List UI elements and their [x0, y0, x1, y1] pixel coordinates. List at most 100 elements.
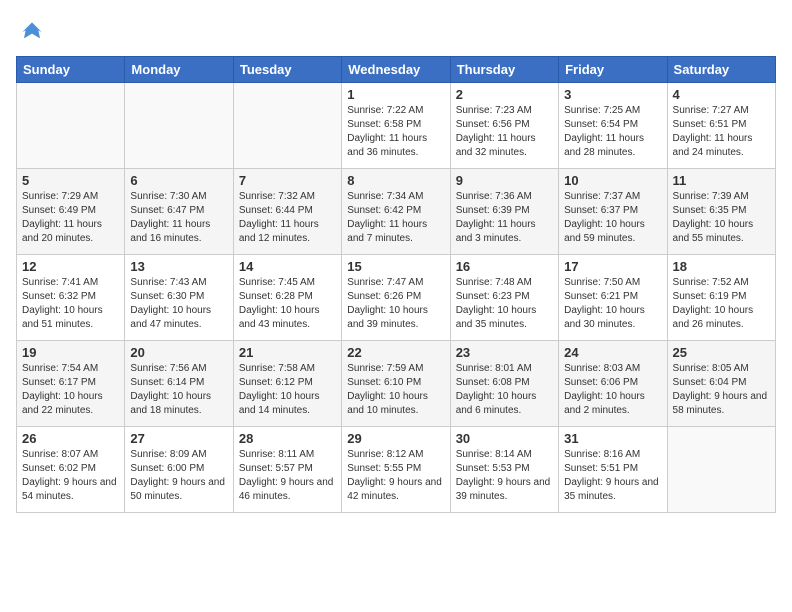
day-number: 19	[22, 345, 119, 360]
day-cell	[233, 83, 341, 169]
weekday-saturday: Saturday	[667, 57, 775, 83]
day-info: Sunrise: 7:48 AM Sunset: 6:23 PM Dayligh…	[456, 276, 553, 332]
day-cell: 20 Sunrise: 7:56 AM Sunset: 6:14 PM Dayli…	[125, 341, 233, 427]
weekday-wednesday: Wednesday	[342, 57, 450, 83]
day-number: 24	[564, 345, 661, 360]
day-number: 3	[564, 87, 661, 102]
day-cell: 7 Sunrise: 7:32 AM Sunset: 6:44 PM Daylig…	[233, 169, 341, 255]
day-info: Sunrise: 8:01 AM Sunset: 6:08 PM Dayligh…	[456, 362, 553, 418]
day-info: Sunrise: 7:52 AM Sunset: 6:19 PM Dayligh…	[673, 276, 770, 332]
day-number: 7	[239, 173, 336, 188]
day-cell	[17, 83, 125, 169]
day-cell: 31 Sunrise: 8:16 AM Sunset: 5:51 PM Dayli…	[559, 427, 667, 513]
day-info: Sunrise: 8:03 AM Sunset: 6:06 PM Dayligh…	[564, 362, 661, 418]
day-cell: 28 Sunrise: 8:11 AM Sunset: 5:57 PM Dayli…	[233, 427, 341, 513]
week-row-1: 1 Sunrise: 7:22 AM Sunset: 6:58 PM Daylig…	[17, 83, 776, 169]
calendar-body: 1 Sunrise: 7:22 AM Sunset: 6:58 PM Daylig…	[17, 83, 776, 513]
day-cell: 2 Sunrise: 7:23 AM Sunset: 6:56 PM Daylig…	[450, 83, 558, 169]
day-number: 15	[347, 259, 444, 274]
day-cell: 19Sunrise: 7:54 AM Sunset: 6:17 PM Dayli…	[17, 341, 125, 427]
day-cell: 23 Sunrise: 8:01 AM Sunset: 6:08 PM Dayli…	[450, 341, 558, 427]
day-info: Sunrise: 7:29 AM Sunset: 6:49 PM Dayligh…	[22, 190, 119, 246]
day-number: 20	[130, 345, 227, 360]
day-number: 5	[22, 173, 119, 188]
day-cell: 29Sunrise: 8:12 AM Sunset: 5:55 PM Dayli…	[342, 427, 450, 513]
day-cell: 9Sunrise: 7:36 AM Sunset: 6:39 PM Daylig…	[450, 169, 558, 255]
day-number: 17	[564, 259, 661, 274]
day-info: Sunrise: 7:27 AM Sunset: 6:51 PM Dayligh…	[673, 104, 770, 160]
day-number: 2	[456, 87, 553, 102]
day-number: 8	[347, 173, 444, 188]
week-row-2: 5 Sunrise: 7:29 AM Sunset: 6:49 PM Daylig…	[17, 169, 776, 255]
day-info: Sunrise: 7:32 AM Sunset: 6:44 PM Dayligh…	[239, 190, 336, 246]
day-info: Sunrise: 8:07 AM Sunset: 6:02 PM Dayligh…	[22, 448, 119, 504]
day-info: Sunrise: 8:05 AM Sunset: 6:04 PM Dayligh…	[673, 362, 770, 418]
day-cell: 25Sunrise: 8:05 AM Sunset: 6:04 PM Dayli…	[667, 341, 775, 427]
day-cell: 8Sunrise: 7:34 AM Sunset: 6:42 PM Daylig…	[342, 169, 450, 255]
day-info: Sunrise: 7:50 AM Sunset: 6:21 PM Dayligh…	[564, 276, 661, 332]
day-info: Sunrise: 8:16 AM Sunset: 5:51 PM Dayligh…	[564, 448, 661, 504]
day-number: 1	[347, 87, 444, 102]
day-cell: 22 Sunrise: 7:59 AM Sunset: 6:10 PM Dayli…	[342, 341, 450, 427]
day-number: 27	[130, 431, 227, 446]
day-info: Sunrise: 7:39 AM Sunset: 6:35 PM Dayligh…	[673, 190, 770, 246]
day-cell: 1 Sunrise: 7:22 AM Sunset: 6:58 PM Daylig…	[342, 83, 450, 169]
day-cell: 24 Sunrise: 8:03 AM Sunset: 6:06 PM Dayli…	[559, 341, 667, 427]
day-cell: 30Sunrise: 8:14 AM Sunset: 5:53 PM Dayli…	[450, 427, 558, 513]
day-info: Sunrise: 7:22 AM Sunset: 6:58 PM Dayligh…	[347, 104, 444, 160]
weekday-friday: Friday	[559, 57, 667, 83]
day-number: 13	[130, 259, 227, 274]
day-cell: 21Sunrise: 7:58 AM Sunset: 6:12 PM Dayli…	[233, 341, 341, 427]
day-info: Sunrise: 7:25 AM Sunset: 6:54 PM Dayligh…	[564, 104, 661, 160]
day-cell: 10 Sunrise: 7:37 AM Sunset: 6:37 PM Dayli…	[559, 169, 667, 255]
day-number: 26	[22, 431, 119, 446]
day-info: Sunrise: 8:12 AM Sunset: 5:55 PM Dayligh…	[347, 448, 444, 504]
day-info: Sunrise: 8:09 AM Sunset: 6:00 PM Dayligh…	[130, 448, 227, 504]
day-cell	[667, 427, 775, 513]
weekday-tuesday: Tuesday	[233, 57, 341, 83]
weekday-sunday: Sunday	[17, 57, 125, 83]
day-cell: 27 Sunrise: 8:09 AM Sunset: 6:00 PM Dayli…	[125, 427, 233, 513]
day-info: Sunrise: 7:43 AM Sunset: 6:30 PM Dayligh…	[130, 276, 227, 332]
day-info: Sunrise: 7:30 AM Sunset: 6:47 PM Dayligh…	[130, 190, 227, 246]
day-cell: 15Sunrise: 7:47 AM Sunset: 6:26 PM Dayli…	[342, 255, 450, 341]
day-number: 21	[239, 345, 336, 360]
week-row-5: 26 Sunrise: 8:07 AM Sunset: 6:02 PM Dayli…	[17, 427, 776, 513]
day-cell: 16 Sunrise: 7:48 AM Sunset: 6:23 PM Dayli…	[450, 255, 558, 341]
day-number: 14	[239, 259, 336, 274]
day-info: Sunrise: 8:11 AM Sunset: 5:57 PM Dayligh…	[239, 448, 336, 504]
day-cell: 12 Sunrise: 7:41 AM Sunset: 6:32 PM Dayli…	[17, 255, 125, 341]
logo	[16, 16, 52, 48]
day-number: 12	[22, 259, 119, 274]
week-row-4: 19Sunrise: 7:54 AM Sunset: 6:17 PM Dayli…	[17, 341, 776, 427]
day-number: 10	[564, 173, 661, 188]
weekday-header-row: SundayMondayTuesdayWednesdayThursdayFrid…	[17, 57, 776, 83]
day-number: 16	[456, 259, 553, 274]
day-info: Sunrise: 7:41 AM Sunset: 6:32 PM Dayligh…	[22, 276, 119, 332]
day-cell: 26 Sunrise: 8:07 AM Sunset: 6:02 PM Dayli…	[17, 427, 125, 513]
day-cell: 5 Sunrise: 7:29 AM Sunset: 6:49 PM Daylig…	[17, 169, 125, 255]
day-cell: 18 Sunrise: 7:52 AM Sunset: 6:19 PM Dayli…	[667, 255, 775, 341]
day-number: 22	[347, 345, 444, 360]
day-info: Sunrise: 7:59 AM Sunset: 6:10 PM Dayligh…	[347, 362, 444, 418]
day-cell	[125, 83, 233, 169]
day-number: 18	[673, 259, 770, 274]
weekday-monday: Monday	[125, 57, 233, 83]
weekday-thursday: Thursday	[450, 57, 558, 83]
day-cell: 11 Sunrise: 7:39 AM Sunset: 6:35 PM Dayli…	[667, 169, 775, 255]
day-info: Sunrise: 7:23 AM Sunset: 6:56 PM Dayligh…	[456, 104, 553, 160]
calendar-table: SundayMondayTuesdayWednesdayThursdayFrid…	[16, 56, 776, 513]
day-number: 11	[673, 173, 770, 188]
day-info: Sunrise: 7:37 AM Sunset: 6:37 PM Dayligh…	[564, 190, 661, 246]
day-cell: 3 Sunrise: 7:25 AM Sunset: 6:54 PM Daylig…	[559, 83, 667, 169]
day-cell: 4Sunrise: 7:27 AM Sunset: 6:51 PM Daylig…	[667, 83, 775, 169]
day-number: 31	[564, 431, 661, 446]
day-cell: 13 Sunrise: 7:43 AM Sunset: 6:30 PM Dayli…	[125, 255, 233, 341]
day-cell: 6Sunrise: 7:30 AM Sunset: 6:47 PM Daylig…	[125, 169, 233, 255]
day-number: 28	[239, 431, 336, 446]
week-row-3: 12 Sunrise: 7:41 AM Sunset: 6:32 PM Dayli…	[17, 255, 776, 341]
day-number: 23	[456, 345, 553, 360]
day-info: Sunrise: 7:56 AM Sunset: 6:14 PM Dayligh…	[130, 362, 227, 418]
day-cell: 14Sunrise: 7:45 AM Sunset: 6:28 PM Dayli…	[233, 255, 341, 341]
day-info: Sunrise: 7:36 AM Sunset: 6:39 PM Dayligh…	[456, 190, 553, 246]
